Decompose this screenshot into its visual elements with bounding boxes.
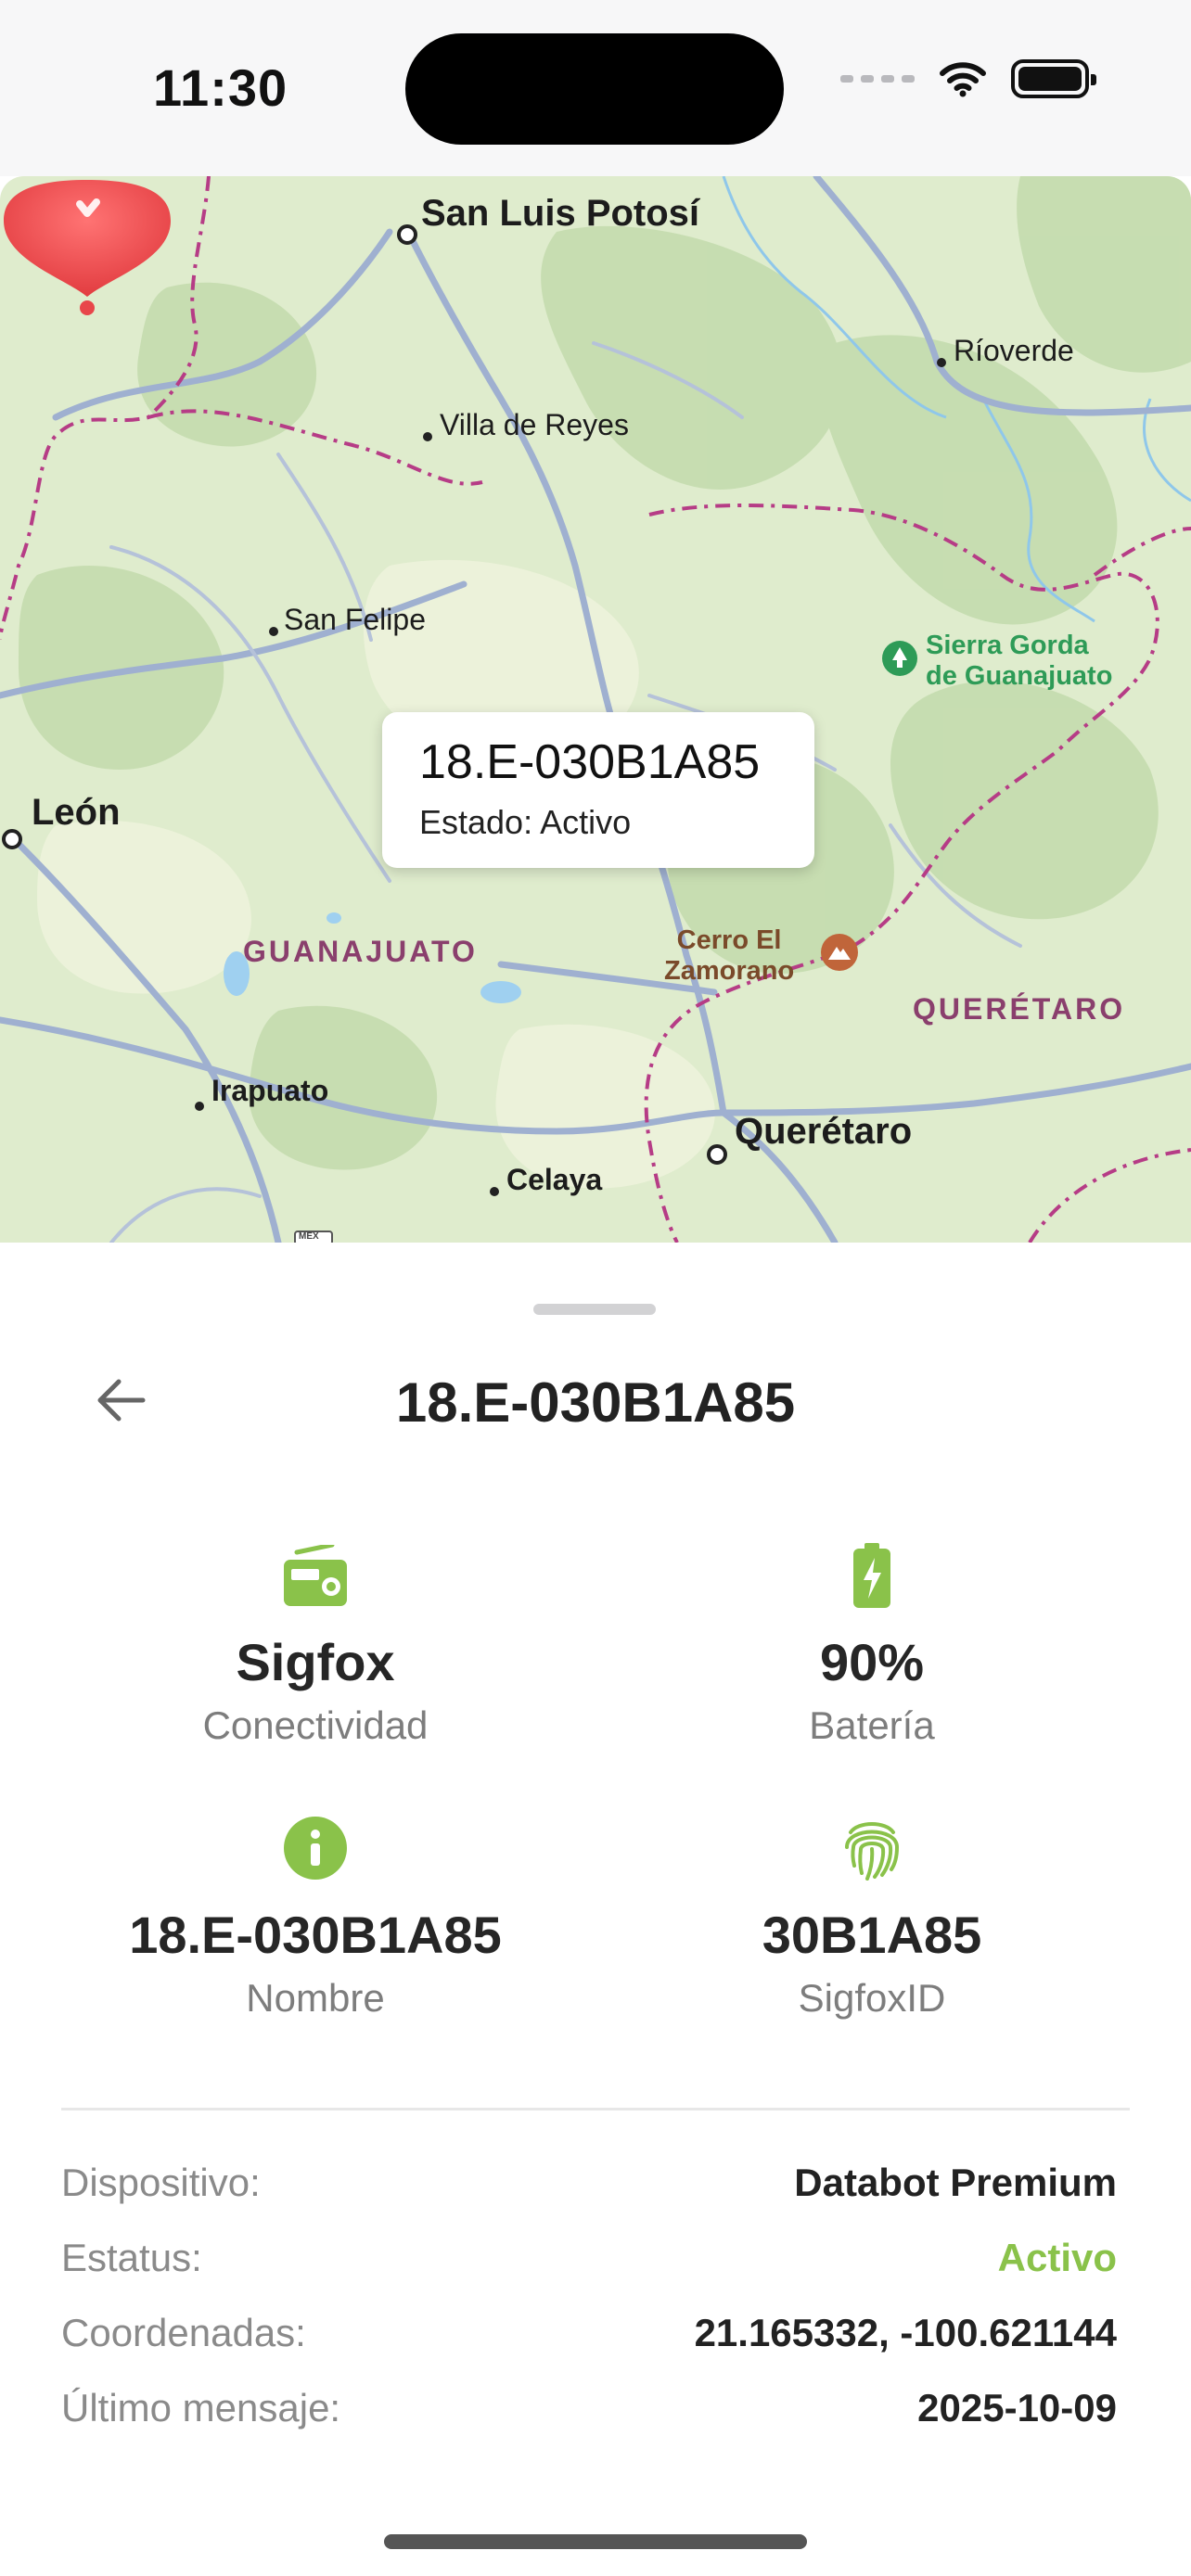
pin-callout[interactable]: 18.E-030B1A85 Estado: Activo — [382, 712, 814, 868]
stat-label: Nombre — [246, 1976, 385, 2020]
stat-value: Sigfox — [236, 1633, 395, 1691]
map-view[interactable]: San Luis Potosí Ríoverde Villa de Reyes … — [0, 176, 1191, 1243]
status-icons — [840, 59, 1096, 98]
battery-status-icon — [1011, 59, 1096, 98]
dynamic-island — [405, 33, 784, 145]
status-bar: 11:30 — [0, 0, 1191, 176]
map-label-irapuato: Irapuato — [211, 1074, 329, 1107]
detail-key: Coordenadas: — [61, 2311, 306, 2354]
info-icon — [284, 1817, 347, 1880]
stat-label: Conectividad — [202, 1703, 429, 1747]
home-indicator[interactable] — [384, 2534, 807, 2549]
callout-title: 18.E-030B1A85 — [419, 735, 761, 789]
wifi-icon — [940, 62, 986, 97]
detail-value: Databot Premium — [794, 2161, 1117, 2204]
stat-battery: 90% Batería — [612, 1539, 1132, 1748]
location-pin-icon[interactable] — [0, 176, 174, 315]
detail-row-device: Dispositivo: Databot Premium — [61, 2161, 1117, 2205]
detail-value: 2025-10-09 — [917, 2386, 1117, 2429]
city-marker — [2, 829, 22, 849]
city-marker — [195, 1102, 204, 1111]
sheet-grabber[interactable] — [533, 1304, 656, 1315]
detail-row-last-message: Último mensaje: 2025-10-09 — [61, 2386, 1117, 2430]
map-label-cerro-el-zamorano: Cerro El Zamorano — [664, 925, 795, 986]
stat-label: Batería — [809, 1703, 935, 1747]
detail-row-coordinates: Coordenadas: 21.165332, -100.621144 — [61, 2311, 1117, 2355]
stat-label: SigfoxID — [798, 1976, 946, 2020]
battery-charging-icon — [853, 1543, 890, 1608]
detail-value: 21.165332, -100.621144 — [694, 2311, 1117, 2354]
detail-key: Estatus: — [61, 2236, 202, 2279]
callout-subtitle: Estado: Activo — [419, 803, 632, 841]
highway-shield: MEX — [299, 1231, 319, 1242]
city-marker — [490, 1187, 499, 1196]
map-label-queretaro: Querétaro — [735, 1111, 913, 1152]
city-marker — [707, 1144, 727, 1165]
stat-value: 18.E-030B1A85 — [129, 1906, 502, 1964]
map-label-rioverde: Ríoverde — [954, 334, 1074, 367]
map-label-celaya: Celaya — [506, 1163, 603, 1196]
status-value: Activo — [997, 2236, 1117, 2279]
stat-value: 30B1A85 — [762, 1906, 982, 1964]
detail-key: Dispositivo: — [61, 2161, 261, 2204]
stat-value: 90% — [819, 1633, 925, 1691]
stat-connectivity: Sigfox Conectividad — [56, 1539, 575, 1748]
stat-name: 18.E-030B1A85 Nombre — [56, 1812, 575, 2021]
map-label-san-luis-potosi: San Luis Potosí — [421, 193, 700, 234]
fingerprint-icon — [845, 1822, 900, 1881]
radio-icon — [284, 1545, 347, 1606]
map-label-sierra-gorda: Sierra Gorda de Guanajuato — [926, 631, 1113, 691]
cellular-signal-icon — [840, 75, 915, 83]
city-marker — [269, 627, 278, 636]
map-label-guanajuato: GUANAJUATO — [243, 935, 478, 968]
map-label-san-felipe: San Felipe — [284, 603, 426, 636]
mountain-icon — [821, 934, 858, 971]
detail-key: Último mensaje: — [61, 2386, 341, 2429]
device-detail-sheet: 18.E-030B1A85 Sigfox Conectividad 90% Ba… — [0, 1243, 1191, 2576]
city-marker — [423, 432, 432, 441]
sheet-title: 18.E-030B1A85 — [395, 1371, 796, 1434]
park-icon — [882, 641, 917, 676]
city-marker — [937, 358, 946, 367]
status-time: 11:30 — [153, 58, 288, 117]
divider — [61, 2108, 1130, 2111]
map-label-villa-de-reyes: Villa de Reyes — [440, 408, 629, 441]
map-label-queretaro-state: QUERÉTARO — [913, 992, 1126, 1026]
stat-sigfox-id: 30B1A85 SigfoxID — [612, 1812, 1132, 2021]
map-label-leon: León — [32, 792, 121, 833]
city-marker — [397, 224, 417, 245]
detail-row-status: Estatus: Activo — [61, 2236, 1117, 2280]
